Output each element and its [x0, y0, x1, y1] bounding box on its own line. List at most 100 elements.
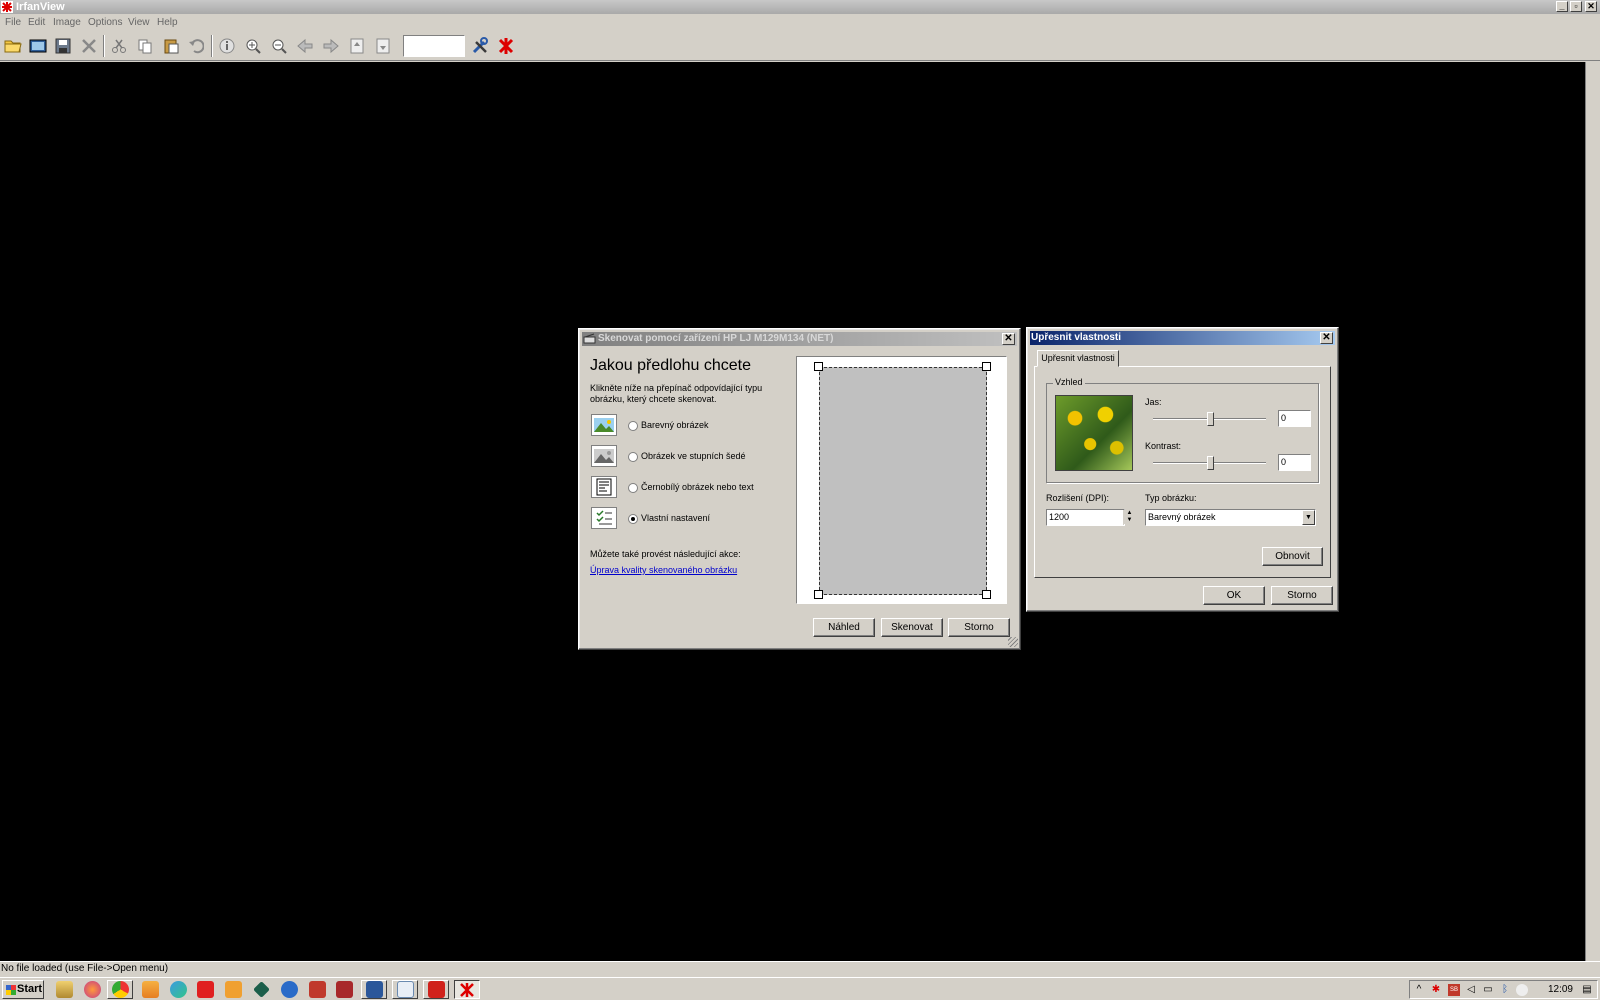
- crop-handle-bottom-right[interactable]: [982, 590, 991, 599]
- grayscale-picture-label[interactable]: Obrázek ve stupních šedé: [641, 451, 746, 461]
- scan-description: Klikněte níže na přepínač odpovídající t…: [590, 383, 763, 404]
- minimize-button[interactable]: _: [1556, 1, 1568, 12]
- calendar-app-icon[interactable]: [309, 981, 326, 998]
- crop-handle-top-left[interactable]: [814, 362, 823, 371]
- contrast-value-field[interactable]: 0: [1278, 454, 1311, 471]
- next-icon[interactable]: [320, 35, 342, 57]
- scan-preview-frame: [796, 356, 1007, 604]
- volume-icon[interactable]: ◁: [1465, 984, 1477, 996]
- menu-image[interactable]: Image: [53, 17, 81, 28]
- window-titlebar: IrfanView _ ▫ ✕: [0, 0, 1600, 14]
- zoom-input[interactable]: [403, 35, 465, 57]
- acrobat-app-icon[interactable]: [336, 981, 353, 998]
- ok-button[interactable]: OK: [1203, 586, 1265, 605]
- app-icon[interactable]: [281, 981, 298, 998]
- crop-handle-bottom-left[interactable]: [814, 590, 823, 599]
- zoom-out-icon[interactable]: [268, 35, 290, 57]
- properties-dialog-close-button[interactable]: ✕: [1320, 332, 1333, 344]
- taskbar-chrome[interactable]: [107, 980, 133, 999]
- scan-preview-area[interactable]: [819, 367, 987, 595]
- properties-cancel-button[interactable]: Storno: [1271, 586, 1333, 605]
- taskbar-irfanview[interactable]: [454, 980, 480, 999]
- brightness-value-field[interactable]: 0: [1278, 410, 1311, 427]
- custom-settings-label[interactable]: Vlastní nastavení: [641, 513, 710, 523]
- taskbar-word[interactable]: [361, 980, 387, 999]
- spin-down-icon[interactable]: ▼: [1124, 517, 1135, 524]
- color-picture-label[interactable]: Barevný obrázek: [641, 420, 709, 430]
- edge-icon[interactable]: [170, 981, 187, 998]
- preview-button[interactable]: Náhled: [813, 618, 875, 637]
- image-type-select[interactable]: Barevný obrázek ▼: [1145, 509, 1316, 526]
- resize-grip[interactable]: [1008, 637, 1018, 647]
- scan-dialog-close-button[interactable]: ✕: [1002, 333, 1015, 345]
- clock[interactable]: 12:09: [1548, 984, 1573, 995]
- last-file-icon[interactable]: [372, 35, 394, 57]
- menu-options[interactable]: Options: [88, 17, 122, 28]
- kodi-icon[interactable]: [253, 981, 270, 998]
- slideshow-icon[interactable]: [27, 35, 49, 57]
- explorer-icon[interactable]: [56, 981, 73, 998]
- undo-icon[interactable]: [185, 35, 207, 57]
- tray-status-icon[interactable]: [1516, 984, 1528, 996]
- windows-logo-icon: [6, 985, 16, 995]
- taskbar-notepad[interactable]: [392, 980, 418, 999]
- previous-icon[interactable]: [294, 35, 316, 57]
- chevron-up-icon[interactable]: ^: [1413, 984, 1425, 996]
- bluetooth-icon[interactable]: ᛒ: [1499, 984, 1511, 996]
- paste-icon[interactable]: [160, 35, 182, 57]
- menu-file[interactable]: File: [5, 17, 21, 28]
- scan-dialog-titlebar: Skenovat pomocí zařízení HP LJ M129M134 …: [582, 332, 1017, 346]
- irfanview-icon[interactable]: [495, 35, 517, 57]
- scan-dialog: Skenovat pomocí zařízení HP LJ M129M134 …: [578, 328, 1021, 650]
- spin-up-icon[interactable]: ▲: [1124, 510, 1135, 517]
- adjust-quality-link[interactable]: Úprava kvality skenovaného obrázku: [590, 565, 737, 575]
- cut-icon[interactable]: [108, 35, 130, 57]
- custom-settings-radio[interactable]: [628, 514, 638, 524]
- menu-view[interactable]: View: [128, 17, 150, 28]
- reset-button[interactable]: Obnovit: [1262, 547, 1323, 566]
- scan-cancel-button[interactable]: Storno: [948, 618, 1010, 637]
- properties-dialog-titlebar: Upřesnit vlastnosti ✕: [1030, 331, 1335, 345]
- image-type-value: Barevný obrázek: [1148, 512, 1216, 522]
- network-icon[interactable]: ▭: [1482, 984, 1494, 996]
- tray-sb-icon[interactable]: SB: [1448, 984, 1460, 996]
- contrast-slider-thumb[interactable]: [1207, 456, 1214, 470]
- resolution-field[interactable]: 1200 ▲ ▼: [1046, 509, 1135, 526]
- save-icon[interactable]: [52, 35, 74, 57]
- resolution-spinner[interactable]: ▲ ▼: [1123, 510, 1135, 525]
- first-file-icon[interactable]: [346, 35, 368, 57]
- brightness-slider-thumb[interactable]: [1207, 412, 1214, 426]
- color-picture-icon: [591, 414, 617, 436]
- scan-button[interactable]: Skenovat: [881, 618, 943, 637]
- color-picture-radio[interactable]: [628, 421, 638, 431]
- tray-app-icon[interactable]: ✱: [1430, 984, 1442, 996]
- notifications-icon[interactable]: ▤: [1581, 984, 1593, 996]
- delete-icon[interactable]: [78, 35, 100, 57]
- info-icon[interactable]: [216, 35, 238, 57]
- chevron-down-icon[interactable]: ▼: [1302, 510, 1315, 525]
- youtube-icon[interactable]: [197, 981, 214, 998]
- contrast-label: Kontrast:: [1145, 441, 1182, 451]
- preview-thumbnail: [1055, 395, 1133, 471]
- start-button[interactable]: Start: [2, 980, 44, 999]
- copy-icon[interactable]: [134, 35, 156, 57]
- resolution-label: Rozlišení (DPI):: [1046, 493, 1110, 503]
- black-white-label[interactable]: Černobílý obrázek nebo text: [641, 482, 754, 492]
- chrome-icon: [112, 981, 129, 998]
- menu-help[interactable]: Help: [157, 17, 178, 28]
- maximize-button[interactable]: ▫: [1570, 1, 1582, 12]
- firefox-icon[interactable]: [84, 981, 101, 998]
- open-folder-icon[interactable]: [2, 35, 24, 57]
- black-white-radio[interactable]: [628, 483, 638, 493]
- settings-icon[interactable]: [469, 35, 491, 57]
- media-player-icon[interactable]: [142, 981, 159, 998]
- zoom-in-icon[interactable]: [242, 35, 264, 57]
- close-button[interactable]: ✕: [1585, 1, 1597, 12]
- grayscale-picture-radio[interactable]: [628, 452, 638, 462]
- vertical-scrollbar[interactable]: [1585, 62, 1600, 961]
- menu-edit[interactable]: Edit: [28, 17, 45, 28]
- taskbar-acrobat[interactable]: [423, 980, 449, 999]
- crop-handle-top-right[interactable]: [982, 362, 991, 371]
- tab-advanced-properties[interactable]: Upřesnit vlastnosti: [1037, 350, 1119, 367]
- hashtag-app-icon[interactable]: [225, 981, 242, 998]
